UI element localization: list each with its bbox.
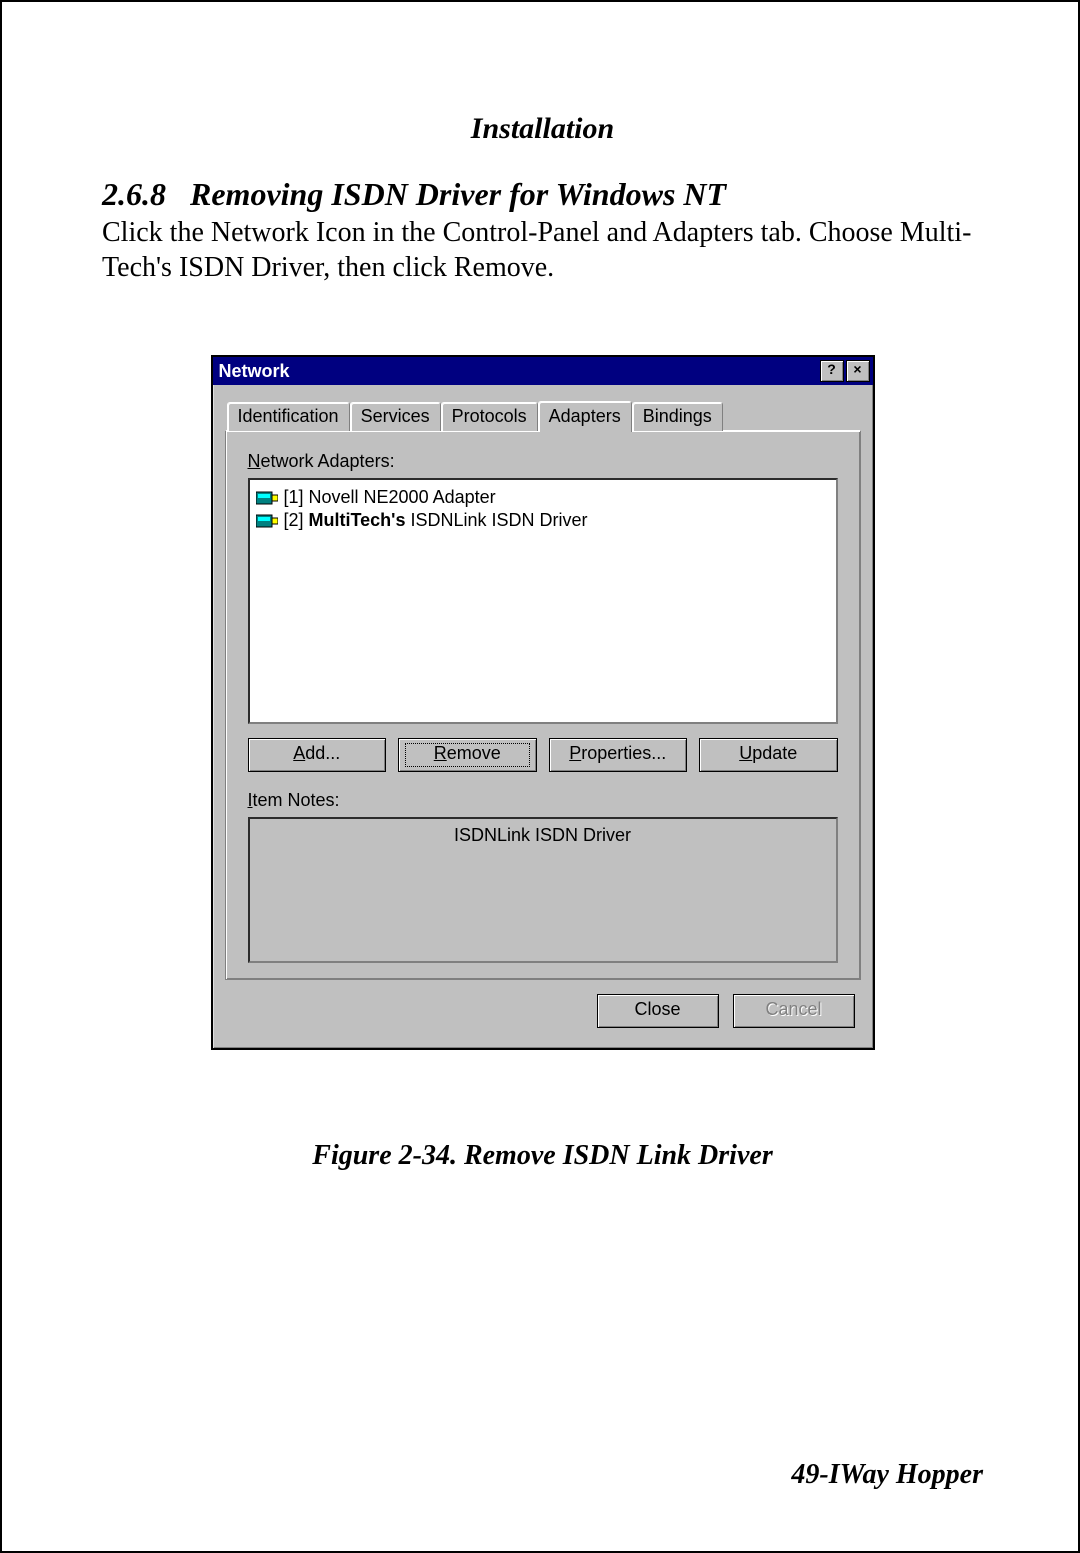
update-button[interactable]: Update — [699, 738, 838, 772]
label-prefix: [2] — [284, 510, 309, 530]
mnemonic: R — [434, 743, 447, 763]
label-text: etwork Adapters: — [261, 451, 395, 471]
list-item-label: [1] Novell NE2000 Adapter — [284, 487, 496, 508]
adapter-icon — [256, 489, 278, 507]
tab-bar: Identification Services Protocols Adapte… — [227, 399, 867, 430]
section-title: Removing ISDN Driver for Windows NT — [190, 176, 726, 212]
mnemonic: P — [569, 743, 581, 763]
tab-protocols[interactable]: Protocols — [441, 402, 538, 431]
page-footer: 49-IWay Hopper — [791, 1459, 983, 1491]
section-number: 2.6.8 — [102, 176, 166, 212]
mnemonic: A — [293, 743, 305, 763]
section-heading: 2.6.8 Removing ISDN Driver for Windows N… — [102, 176, 983, 213]
label-rest: roperties... — [581, 743, 666, 763]
help-button[interactable]: ? — [820, 360, 844, 382]
label-bold: MultiTech's — [309, 510, 406, 530]
close-button[interactable]: × — [846, 360, 870, 382]
network-adapters-list[interactable]: [1] Novell NE2000 Adapter [2] MultiTech'… — [248, 478, 838, 724]
figure-caption: Figure 2-34. Remove ISDN Link Driver — [102, 1140, 983, 1172]
titlebar[interactable]: Network ? × — [213, 357, 873, 385]
mnemonic: U — [739, 743, 752, 763]
properties-button[interactable]: Properties... — [549, 738, 688, 772]
label-rest: pdate — [752, 743, 797, 763]
label-rest: dd... — [305, 743, 340, 763]
label-rest: tem Notes: — [253, 790, 340, 810]
network-dialog: Network ? × Identification Services Prot… — [211, 355, 875, 1050]
body-paragraph: Click the Network Icon in the Control-Pa… — [102, 215, 983, 285]
item-notes-value: ISDNLink ISDN Driver — [454, 825, 631, 845]
mnemonic-n: N — [248, 451, 261, 471]
tab-adapters[interactable]: Adapters — [538, 401, 632, 432]
item-notes-label: Item Notes: — [248, 790, 838, 811]
dialog-cancel-button: Cancel — [733, 994, 855, 1028]
network-adapters-label: Network Adapters: — [248, 451, 838, 472]
tab-bindings[interactable]: Bindings — [632, 402, 723, 431]
dialog-close-button[interactable]: Close — [597, 994, 719, 1028]
list-item[interactable]: [1] Novell NE2000 Adapter — [254, 486, 832, 509]
add-button[interactable]: Add... — [248, 738, 387, 772]
page-header: Installation — [102, 112, 983, 146]
list-item-label: [2] MultiTech's ISDNLink ISDN Driver — [284, 510, 588, 531]
remove-button[interactable]: Remove — [398, 738, 537, 772]
tab-identification[interactable]: Identification — [227, 402, 350, 431]
tab-services[interactable]: Services — [350, 402, 441, 431]
label-suffix: ISDNLink ISDN Driver — [405, 510, 587, 530]
label-rest: emove — [447, 743, 501, 763]
item-notes-box: ISDNLink ISDN Driver — [248, 817, 838, 963]
adapter-icon — [256, 512, 278, 530]
tab-adapters-panel: Network Adapters: [1] Novell NE2000 Adap… — [225, 430, 861, 980]
list-item[interactable]: [2] MultiTech's ISDNLink ISDN Driver — [254, 509, 832, 532]
dialog-title: Network — [219, 361, 818, 382]
